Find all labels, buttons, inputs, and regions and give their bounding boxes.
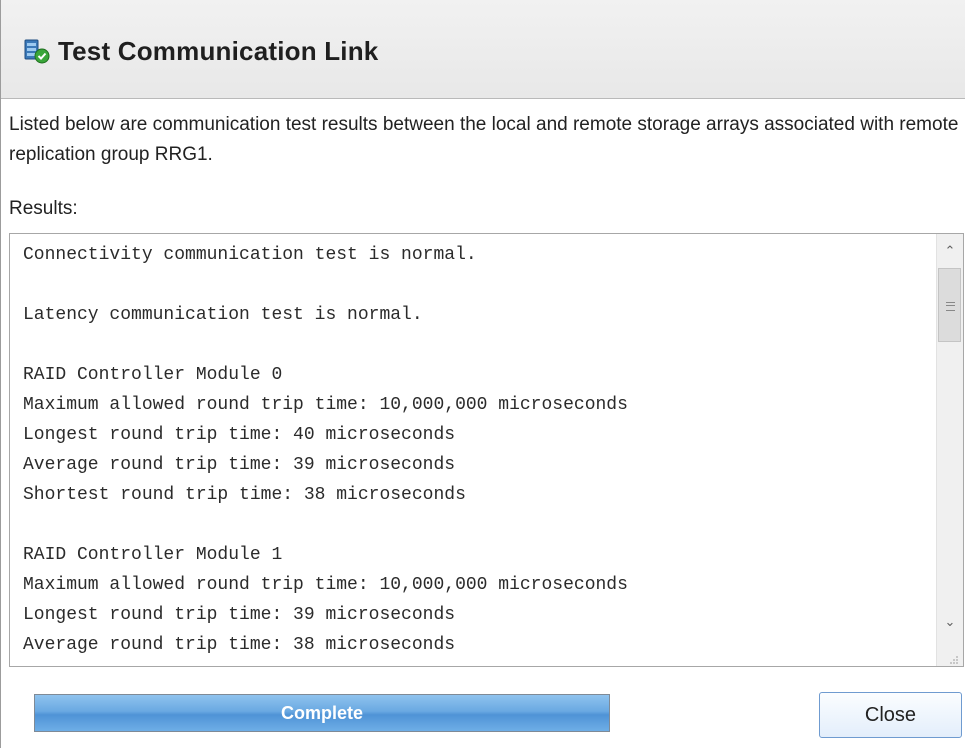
result-line: Longest round trip time: 39 microseconds (23, 605, 456, 625)
results-label: Results: (9, 198, 78, 219)
storage-array-check-icon (23, 38, 51, 64)
result-line: RAID Controller Module 1 (23, 545, 283, 565)
result-line (23, 270, 933, 300)
progress-bar: Complete (34, 694, 610, 732)
result-line: Latency communication test is normal. (23, 305, 423, 325)
result-line: Shortest round trip time: 38 microsecond… (23, 485, 466, 505)
result-line (23, 510, 933, 540)
dialog-description: Listed below are communication test resu… (9, 114, 959, 165)
scroll-thumb[interactable] (938, 268, 961, 342)
result-line: Longest round trip time: 40 microseconds (23, 425, 456, 445)
results-content: Connectivity communication test is norma… (23, 240, 933, 660)
result-line: Maximum allowed round trip time: 10,000,… (23, 575, 628, 595)
close-button[interactable]: Close (819, 692, 962, 738)
dialog-header: Test Communication Link (1, 0, 965, 99)
result-line: Average round trip time: 39 microseconds (23, 455, 456, 475)
resize-grip-icon[interactable] (949, 652, 959, 664)
scroll-up-icon[interactable]: ⌃ (937, 239, 963, 265)
result-line: RAID Controller Module 0 (23, 365, 283, 385)
result-line: Connectivity communication test is norma… (23, 245, 477, 265)
scroll-down-icon[interactable]: ⌄ (937, 610, 963, 636)
test-communication-dialog: Test Communication Link Listed below are… (0, 0, 965, 748)
result-line: Average round trip time: 38 microseconds (23, 635, 456, 655)
dialog-title: Test Communication Link (58, 36, 379, 66)
progress-label: Complete (280, 703, 363, 723)
result-line: Maximum allowed round trip time: 10,000,… (23, 395, 628, 415)
grip-icon (946, 302, 955, 311)
result-line (23, 330, 933, 360)
results-textarea[interactable]: Connectivity communication test is norma… (9, 233, 964, 667)
vertical-scrollbar[interactable]: ⌃ ⌄ (936, 234, 963, 666)
